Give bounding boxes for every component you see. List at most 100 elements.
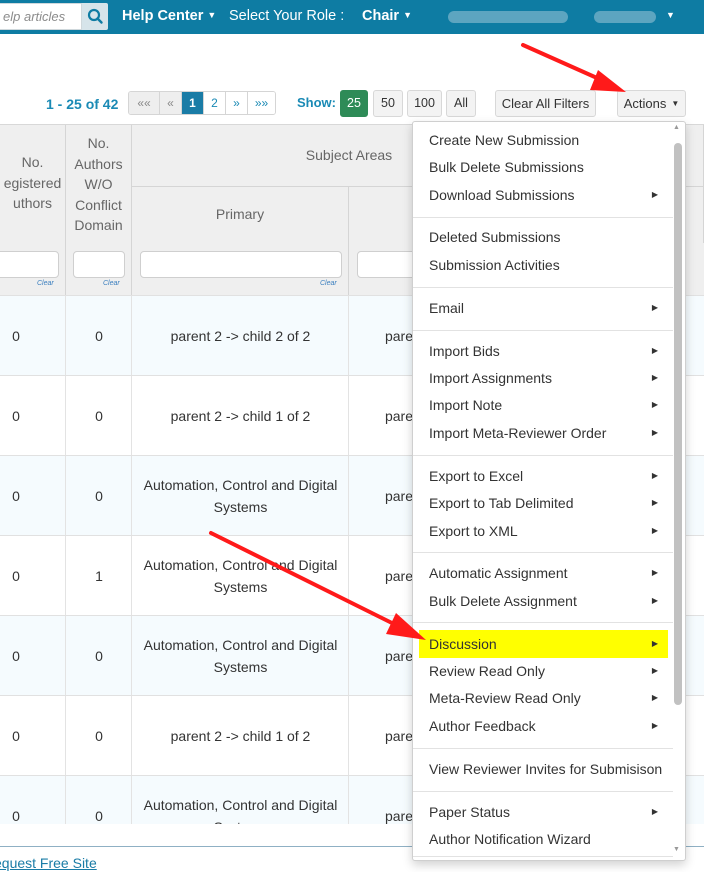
menu-item-label: Paper Status — [429, 804, 510, 820]
menu-item-bulk-delete-assignment[interactable]: Bulk Delete Assignment ▶ — [419, 587, 668, 615]
page-2-button[interactable]: 2 — [203, 92, 225, 114]
chevron-down-icon: ▼ — [671, 99, 680, 108]
chevron-right-icon: ▶ — [651, 693, 658, 702]
menu-item-label: Author Notification Wizard — [429, 831, 591, 847]
filter-primary-input[interactable] — [140, 251, 342, 278]
cell-authors-wo-conflict: 0 — [95, 808, 103, 824]
menu-item-deleted-submissions[interactable]: Deleted Submissions — [419, 223, 668, 251]
menu-item-label: Import Assignments — [429, 370, 552, 386]
chevron-right-icon: ▶ — [651, 596, 658, 605]
menu-divider — [413, 455, 673, 456]
menu-item-label: Discussion — [429, 636, 497, 652]
header-authors-wo-conflict[interactable]: No. Authors W/O Conflict Domain — [66, 125, 132, 243]
last-page-button[interactable]: »» — [247, 92, 275, 114]
menu-item-create-new-submission[interactable]: Create New Submission — [419, 126, 668, 154]
role-value: Chair — [362, 8, 400, 24]
header-line: uthors — [13, 195, 52, 211]
menu-item-import-bids[interactable]: Import Bids ▶ — [419, 337, 668, 365]
search-input[interactable]: elp articles — [0, 3, 82, 30]
cell-primary-subject: Automation, Control and Digital Systems — [143, 477, 338, 515]
show-100-button[interactable]: 100 — [407, 90, 442, 117]
menu-item-label: Import Meta-Reviewer Order — [429, 425, 607, 441]
show-25-button[interactable]: 25 — [340, 90, 368, 117]
user-menu-redacted[interactable] — [594, 11, 656, 23]
menu-item-import-note[interactable]: Import Note ▶ — [419, 391, 668, 419]
chevron-right-icon: ▶ — [651, 400, 658, 409]
menu-item-export-to-tab-delimited[interactable]: Export to Tab Delimited ▶ — [419, 489, 668, 517]
menu-item-bulk-delete-submissions[interactable]: Bulk Delete Submissions — [419, 153, 668, 181]
header-line: No. — [21, 154, 44, 170]
cell-primary-subject: parent 2 -> child 1 of 2 — [170, 728, 311, 744]
chevron-right-icon: ▶ — [651, 526, 658, 535]
header-line: egistered — [3, 174, 62, 191]
chevron-right-icon: ▶ — [651, 190, 658, 199]
header-primary[interactable]: Primary — [132, 187, 349, 243]
clear-filter-link[interactable]: Clear — [320, 280, 337, 287]
filter-authors-wo-conflict-input[interactable] — [73, 251, 125, 278]
header-registered-authors[interactable]: No. egistered uthors — [0, 125, 66, 243]
menu-item-meta-review-read-only[interactable]: Meta-Review Read Only ▶ — [419, 684, 668, 712]
menu-item-download-submissions[interactable]: Download Submissions ▶ — [419, 181, 668, 209]
chevron-right-icon: ▶ — [651, 568, 658, 577]
request-free-site-link[interactable]: equest Free Site — [0, 855, 97, 871]
help-center-menu[interactable]: Help Center ▼ — [122, 8, 216, 24]
chevron-right-icon: ▶ — [651, 471, 658, 480]
prev-page-button[interactable]: « — [159, 92, 181, 114]
page-1-button[interactable]: 1 — [181, 92, 203, 114]
filter-registered-authors-input[interactable] — [0, 251, 59, 278]
chevron-right-icon: ▶ — [651, 428, 658, 437]
role-selector[interactable]: Chair ▼ — [362, 8, 412, 24]
clear-filter-link[interactable]: Clear — [103, 280, 120, 287]
pagination: «« « 1 2 » »» — [128, 91, 276, 115]
menu-item-view-reviewer-invites-for-submisison[interactable]: View Reviewer Invites for Submisison — [419, 755, 668, 783]
menu-item-submission-activities[interactable]: Submission Activities — [419, 251, 668, 279]
search-button[interactable] — [82, 3, 108, 30]
clear-all-filters-button[interactable]: Clear All Filters — [495, 90, 596, 117]
menu-item-paper-status[interactable]: Paper Status ▶ — [419, 798, 668, 826]
clear-filter-link[interactable]: Clear — [37, 280, 54, 287]
cell-registered-authors: 0 — [12, 728, 20, 744]
menu-item-label: Create New Submission — [429, 132, 580, 148]
menu-item-label: Bulk Delete Submissions — [429, 159, 584, 175]
menu-item-label: Meta-Review Read Only — [429, 690, 581, 706]
menu-item-review-read-only[interactable]: Review Read Only ▶ — [419, 657, 668, 685]
menu-item-label: Import Bids — [429, 343, 500, 359]
show-all-button[interactable]: All — [446, 90, 476, 117]
menu-item-label: Import Note — [429, 397, 503, 413]
menu-item-export-to-excel[interactable]: Export to Excel ▶ — [419, 462, 668, 490]
scroll-down-arrow-icon[interactable]: ▼ — [673, 846, 680, 853]
menu-item-automatic-assignment[interactable]: Automatic Assignment ▶ — [419, 559, 668, 587]
show-50-button[interactable]: 50 — [373, 90, 403, 117]
top-navigation-bar: elp articles Help Center ▼ Select Your Ro… — [0, 0, 704, 34]
menu-scrollbar-thumb[interactable] — [674, 143, 682, 705]
chevron-right-icon: ▶ — [651, 373, 658, 382]
menu-item-author-notification-wizard[interactable]: Author Notification Wizard — [419, 825, 668, 853]
chevron-right-icon: ▶ — [651, 498, 658, 507]
header-line: Conflict — [75, 196, 122, 213]
next-page-button[interactable]: » — [225, 92, 247, 114]
menu-item-export-to-xml[interactable]: Export to XML ▶ — [419, 517, 668, 545]
cell-authors-wo-conflict: 0 — [95, 488, 103, 504]
cell-primary-subject: Automation, Control and Digital Systems — [143, 637, 338, 675]
actions-button[interactable]: Actions ▼ — [617, 90, 686, 117]
menu-item-import-assignments[interactable]: Import Assignments ▶ — [419, 364, 668, 392]
user-name-redacted[interactable] — [448, 11, 568, 23]
menu-divider — [413, 791, 673, 792]
cell-authors-wo-conflict: 0 — [95, 728, 103, 744]
menu-item-label: Export to XML — [429, 523, 518, 539]
cell-primary-subject: Automation, Control and Digital Systems — [143, 557, 338, 595]
user-menu-caret[interactable]: ▼ — [662, 8, 675, 24]
menu-item-author-feedback[interactable]: Author Feedback ▶ — [419, 712, 668, 740]
cell-authors-wo-conflict: 0 — [95, 408, 103, 424]
menu-divider — [413, 552, 673, 553]
chevron-down-icon: ▼ — [403, 10, 412, 20]
cell-registered-authors: 0 — [12, 328, 20, 344]
scroll-up-arrow-icon[interactable]: ▲ — [673, 124, 680, 131]
menu-item-discussion[interactable]: Discussion ▶ — [419, 630, 668, 658]
primary-label: Primary — [215, 206, 265, 222]
menu-item-label: View Reviewer Invites for Submisison — [429, 761, 663, 777]
menu-item-email[interactable]: Email ▶ — [419, 294, 668, 322]
menu-item-import-meta-reviewer-order[interactable]: Import Meta-Reviewer Order ▶ — [419, 419, 668, 447]
cell-primary-subject: parent 2 -> child 1 of 2 — [170, 408, 311, 424]
first-page-button[interactable]: «« — [129, 92, 159, 114]
